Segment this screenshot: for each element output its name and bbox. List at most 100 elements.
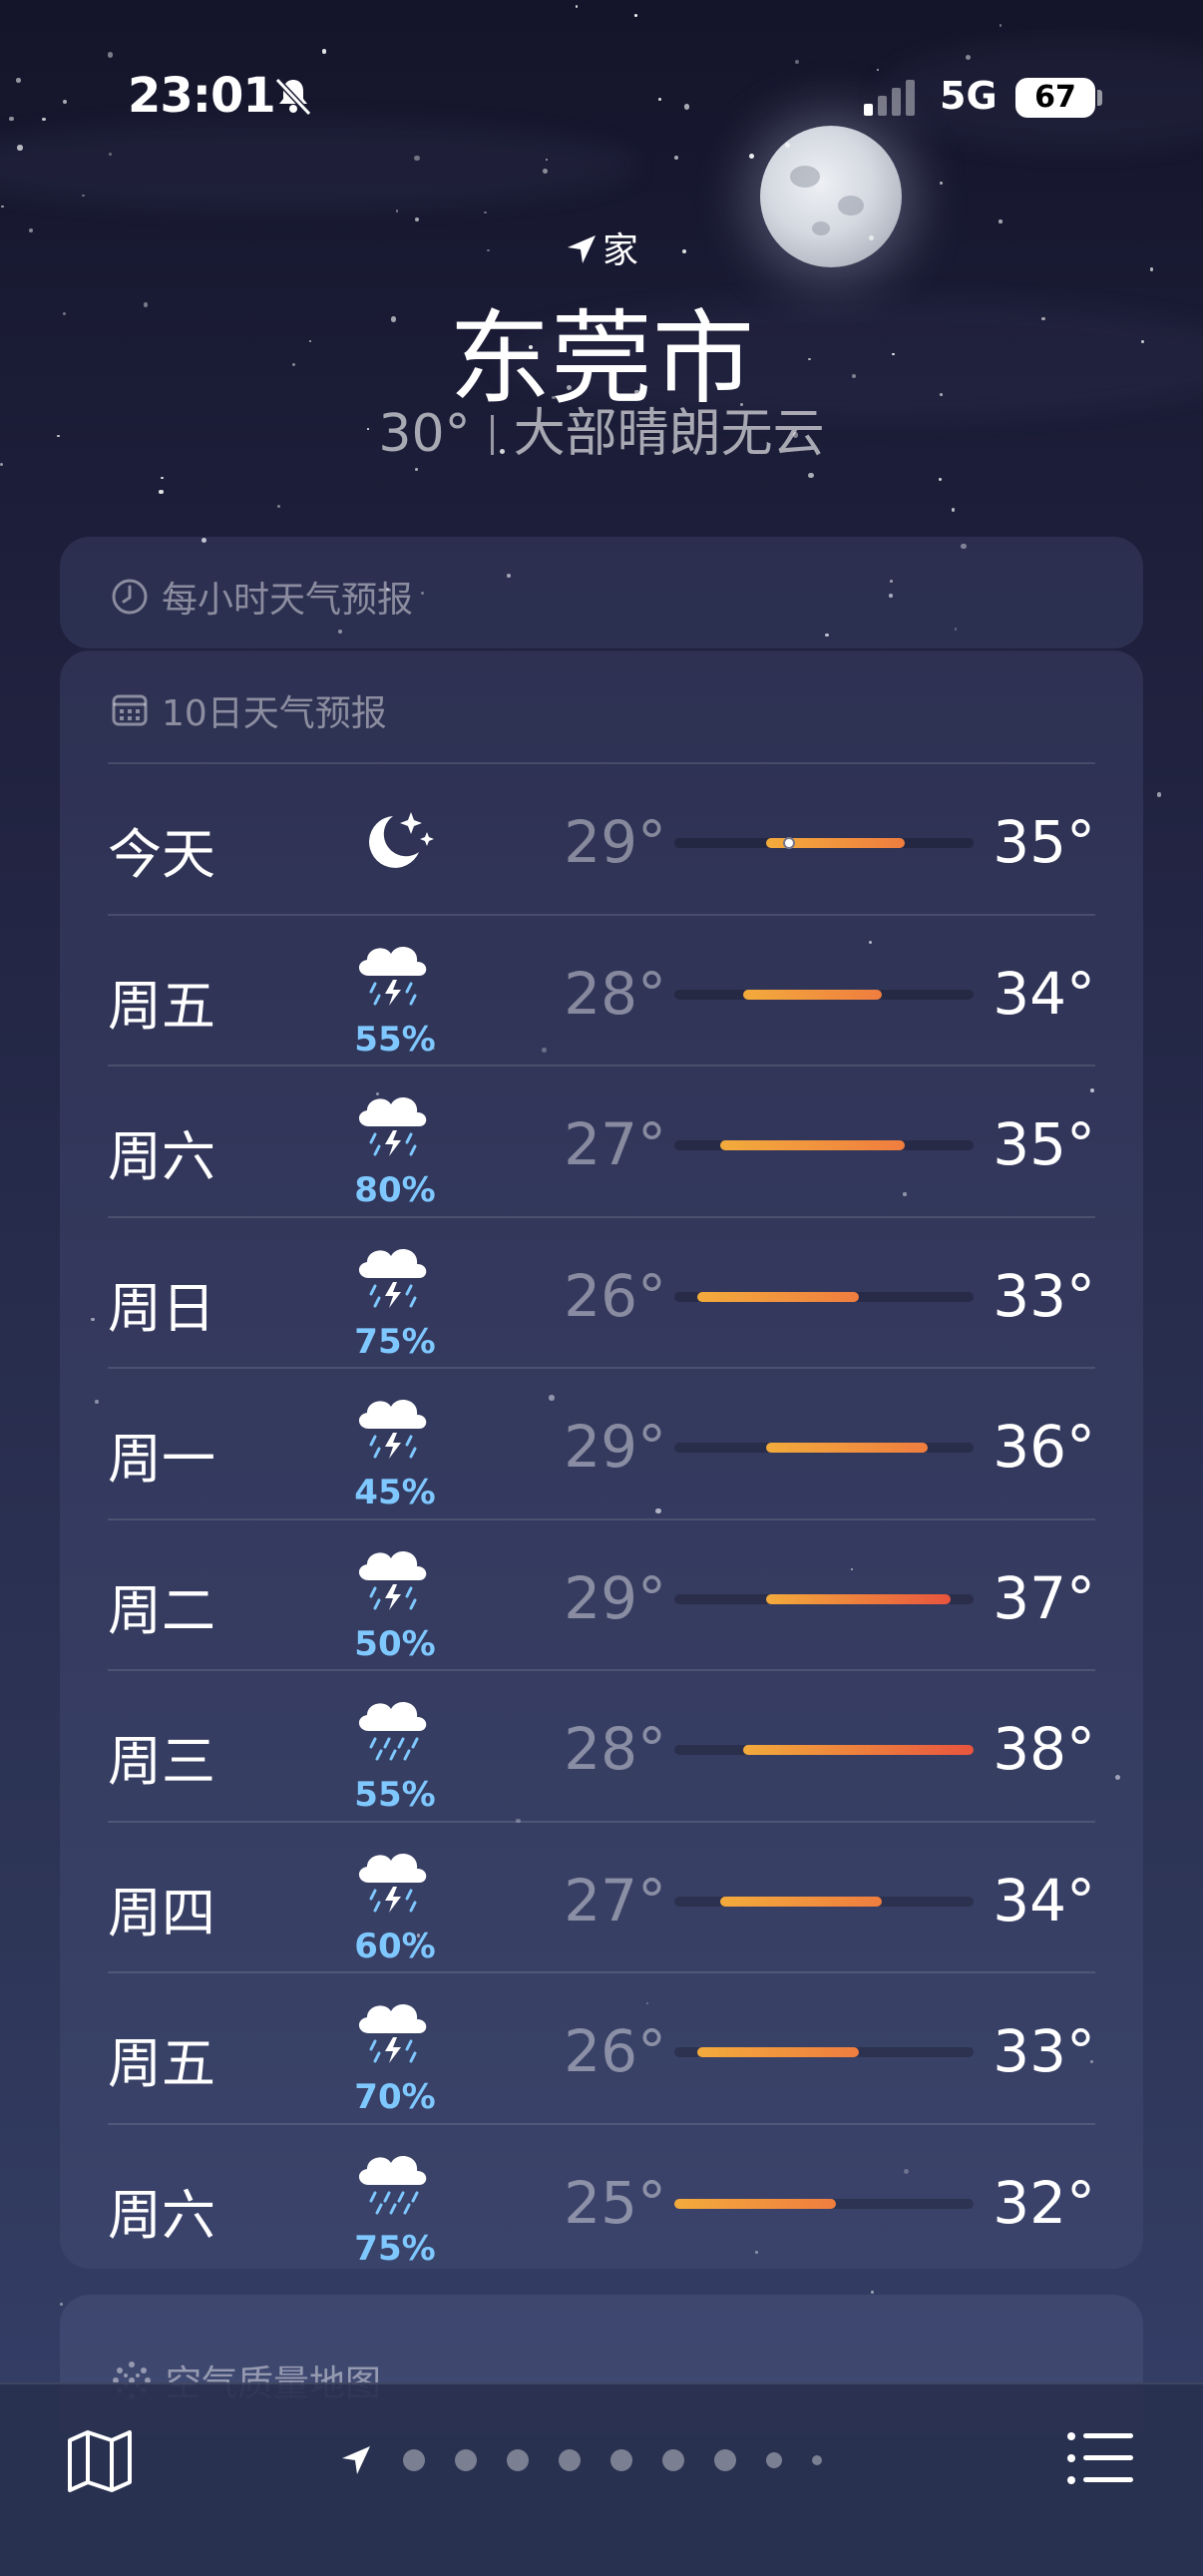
high-temp: 37° [993, 1563, 1095, 1632]
forecast-row[interactable]: 今天 29° 35° [108, 762, 1095, 914]
star [808, 472, 814, 478]
high-temp: 32° [993, 2168, 1095, 2237]
temp-range-bar [674, 1745, 974, 1755]
star [940, 182, 944, 186]
forecast-row[interactable]: 周三 55% 28° 38° [108, 1669, 1095, 1821]
thunderstorm-rain-icon [345, 1841, 445, 1921]
page-dot[interactable] [812, 2455, 822, 2465]
daily-card-title: 10日天气预报 [162, 693, 387, 734]
low-temp: 27° [564, 1866, 666, 1934]
clock-icon [112, 579, 148, 615]
high-temp: 35° [993, 1110, 1095, 1178]
day-label: 周四 [108, 1881, 215, 1944]
cellular-signal-icon [864, 80, 915, 116]
temp-range-fill [743, 989, 882, 1000]
location-arrow-icon [567, 235, 596, 263]
forecast-row[interactable]: 周日 75% 26° 33° [108, 1215, 1095, 1368]
low-temp: 25° [564, 2168, 666, 2237]
forecast-row[interactable]: 周五 55% 28° 34° [108, 913, 1095, 1066]
list-icon[interactable] [1065, 2426, 1137, 2490]
clock-time: 23:01 [128, 68, 276, 124]
page-dot[interactable] [662, 2449, 684, 2471]
low-temp: 28° [564, 959, 666, 1028]
page-dot[interactable] [559, 2449, 581, 2471]
location-label: 家 [0, 221, 1203, 273]
temp-range-bar [674, 989, 974, 1000]
star [748, 153, 755, 160]
page-dot[interactable] [714, 2449, 736, 2471]
location-arrow-icon[interactable] [339, 2443, 373, 2477]
hourly-card-title: 每小时天气预报 [162, 580, 414, 621]
high-temp: 35° [993, 808, 1095, 876]
map-icon[interactable] [64, 2424, 136, 2496]
page-dot[interactable] [455, 2449, 477, 2471]
star [414, 155, 420, 162]
condition-text: 大部晴朗无云 [513, 404, 825, 464]
high-temp: 38° [993, 1715, 1095, 1783]
precip-chance: 45% [354, 1473, 436, 1512]
day-label: 周六 [108, 2183, 215, 2247]
day-label: 周六 [108, 1125, 215, 1188]
day-label: 周五 [108, 974, 215, 1038]
thunderstorm-rain-icon [345, 1236, 445, 1316]
page-dot[interactable] [610, 2449, 632, 2471]
precip-chance: 50% [354, 1623, 436, 1664]
temp-range-fill [743, 1745, 974, 1755]
temp-range-bar [674, 2198, 974, 2209]
current-conditions: 30° 大部晴朗无云 [0, 391, 1203, 466]
star [395, 210, 399, 213]
low-temp: 26° [564, 2017, 666, 2085]
forecast-row[interactable]: 周六 75% 25° 32° [108, 2122, 1095, 2275]
low-temp: 29° [564, 808, 666, 876]
star [871, 2291, 874, 2294]
temp-range-bar [674, 1593, 974, 1604]
star [674, 156, 678, 160]
bottom-toolbar [0, 2382, 1203, 2576]
temp-range-fill [720, 1140, 905, 1150]
precip-chance: 60% [354, 1926, 436, 1966]
page-dot[interactable] [507, 2449, 529, 2471]
page-indicator[interactable] [339, 2438, 822, 2482]
page-dot[interactable] [766, 2452, 782, 2468]
temp-range-fill [697, 1291, 859, 1302]
day-label: 周日 [108, 1276, 215, 1340]
forecast-rows: 今天 29° 35° 周五 55% 28° 34° 周六 80% 27° 35°… [108, 762, 1095, 2274]
forecast-row[interactable]: 周五 70% 26° 33° [108, 1971, 1095, 2123]
temp-range-fill [720, 1896, 882, 1907]
calendar-icon [112, 694, 148, 726]
page-dot[interactable] [403, 2449, 425, 2471]
precip-chance: 80% [354, 1170, 436, 1210]
low-temp: 26° [564, 1261, 666, 1330]
forecast-row[interactable]: 周六 80% 27° 35° [108, 1065, 1095, 1216]
temp-range-bar [674, 1896, 974, 1907]
current-temperature: 30° [378, 404, 471, 464]
hourly-forecast-card[interactable]: 每小时天气预报 [60, 537, 1143, 648]
temp-range-bar [674, 1140, 974, 1150]
temp-range-fill [697, 2047, 859, 2057]
temp-range-bar [674, 837, 974, 849]
precip-chance: 75% [354, 1321, 436, 1362]
network-type: 5G [940, 74, 998, 118]
summary-divider [490, 415, 494, 455]
forecast-row[interactable]: 周二 50% 29° 37° [108, 1517, 1095, 1670]
low-temp: 29° [564, 1563, 666, 1632]
day-label: 周一 [108, 1428, 215, 1491]
star [951, 508, 955, 512]
temp-range-bar [674, 1291, 974, 1302]
high-temp: 33° [993, 1261, 1095, 1330]
forecast-row[interactable]: 周四 60% 27° 34° [108, 1820, 1095, 1972]
precip-chance: 55% [354, 1019, 436, 1060]
day-label: 周五 [108, 2032, 215, 2095]
star [82, 194, 85, 197]
day-label: 周二 [108, 1578, 215, 1642]
high-temp: 34° [993, 959, 1095, 1028]
star [322, 49, 327, 54]
low-temp: 28° [564, 1715, 666, 1783]
cloud-rain-icon [345, 1689, 445, 1769]
low-temp: 27° [564, 1110, 666, 1178]
bell-slash-icon [274, 77, 312, 117]
forecast-row[interactable]: 周一 45% 29° 36° [108, 1367, 1095, 1518]
thunderstorm-rain-icon [345, 1387, 445, 1467]
star [276, 504, 280, 509]
star [938, 478, 942, 482]
